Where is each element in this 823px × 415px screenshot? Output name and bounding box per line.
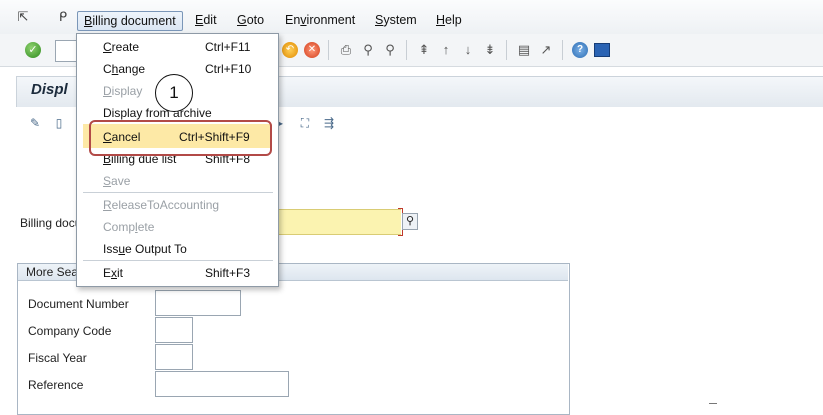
- menu-system[interactable]: System: [375, 12, 417, 28]
- menu-item-change[interactable]: Change: [103, 62, 145, 76]
- menu-item-display: Display: [103, 84, 143, 98]
- document-number-input[interactable]: [155, 290, 241, 316]
- menu-goto[interactable]: Goto: [237, 12, 264, 28]
- cancel-icon[interactable]: ✕: [304, 42, 320, 58]
- print-icon[interactable]: ⎙: [338, 42, 354, 58]
- new-session-icon[interactable]: ▤: [516, 42, 532, 58]
- decorative-mark: [709, 403, 717, 404]
- fiscal-year-input[interactable]: [155, 344, 193, 370]
- edit-pencil-icon[interactable]: ✎: [28, 116, 42, 130]
- billing-document-label: Billing docu: [20, 216, 82, 230]
- menu-item-save: Save: [103, 174, 131, 188]
- highlight-box: [89, 120, 272, 156]
- next-page-icon[interactable]: ↓: [460, 42, 476, 58]
- accel-change: Ctrl+F10: [205, 62, 252, 76]
- reference-label: Reference: [28, 378, 84, 392]
- find-next-icon[interactable]: ⚲: [382, 42, 398, 58]
- document-icon[interactable]: ▯: [52, 116, 66, 130]
- menu-item-issue-output-to[interactable]: Issue Output To: [103, 242, 187, 256]
- customize-icon[interactable]: [594, 43, 610, 57]
- sap-menu-icon[interactable]: ᑭ: [56, 10, 70, 24]
- toolbar-separator: [506, 40, 507, 60]
- menu-environment[interactable]: Environment: [285, 12, 355, 28]
- group-title: More Sea: [26, 265, 79, 279]
- company-code-label: Company Code: [28, 324, 112, 338]
- exit-menu-icon[interactable]: ⇱: [16, 10, 30, 24]
- document-number-label: Document Number: [28, 297, 129, 311]
- billing-document-input[interactable]: [276, 209, 401, 235]
- first-page-icon[interactable]: ⇞: [416, 42, 432, 58]
- toolbar-separator: [562, 40, 563, 60]
- accel-exit: Shift+F3: [205, 266, 251, 280]
- menu-item-create[interactable]: Create: [103, 40, 139, 54]
- menu-billing-document[interactable]: Billing document: [77, 11, 183, 31]
- toolbar-separator: [328, 40, 329, 60]
- prev-page-icon[interactable]: ↑: [438, 42, 454, 58]
- menu-separator: [83, 192, 273, 193]
- menu-item-display-from-archive[interactable]: Display from archive: [103, 106, 212, 120]
- menu-item-complete: Complete: [103, 220, 155, 234]
- accel-create: Ctrl+F11: [205, 40, 251, 54]
- step-number-callout: 1: [155, 74, 193, 112]
- find-icon[interactable]: ⚲: [360, 42, 376, 58]
- menu-edit[interactable]: Edit: [195, 12, 217, 28]
- menu-item-release-to-accounting: ReleaseToAccounting: [103, 198, 220, 212]
- reference-input[interactable]: [155, 371, 289, 397]
- enter-icon[interactable]: ✓: [25, 42, 41, 58]
- back-icon[interactable]: ↶: [282, 42, 298, 58]
- status-overview-icon[interactable]: ⇶: [322, 116, 336, 130]
- help-icon[interactable]: ?: [572, 42, 588, 58]
- company-code-input[interactable]: [155, 317, 193, 343]
- search-help-icon[interactable]: ⚲: [402, 213, 418, 230]
- page-title: Displ: [31, 81, 68, 98]
- fiscal-year-label: Fiscal Year: [28, 351, 87, 365]
- last-page-icon[interactable]: ⇟: [482, 42, 498, 58]
- menu-help[interactable]: Help: [436, 12, 462, 28]
- toolbar-separator: [406, 40, 407, 60]
- document-flow-icon[interactable]: ⛶: [298, 116, 312, 130]
- menu-item-exit[interactable]: Exit: [103, 266, 123, 280]
- shortcut-icon[interactable]: ↗: [538, 42, 554, 58]
- menu-separator: [83, 260, 273, 261]
